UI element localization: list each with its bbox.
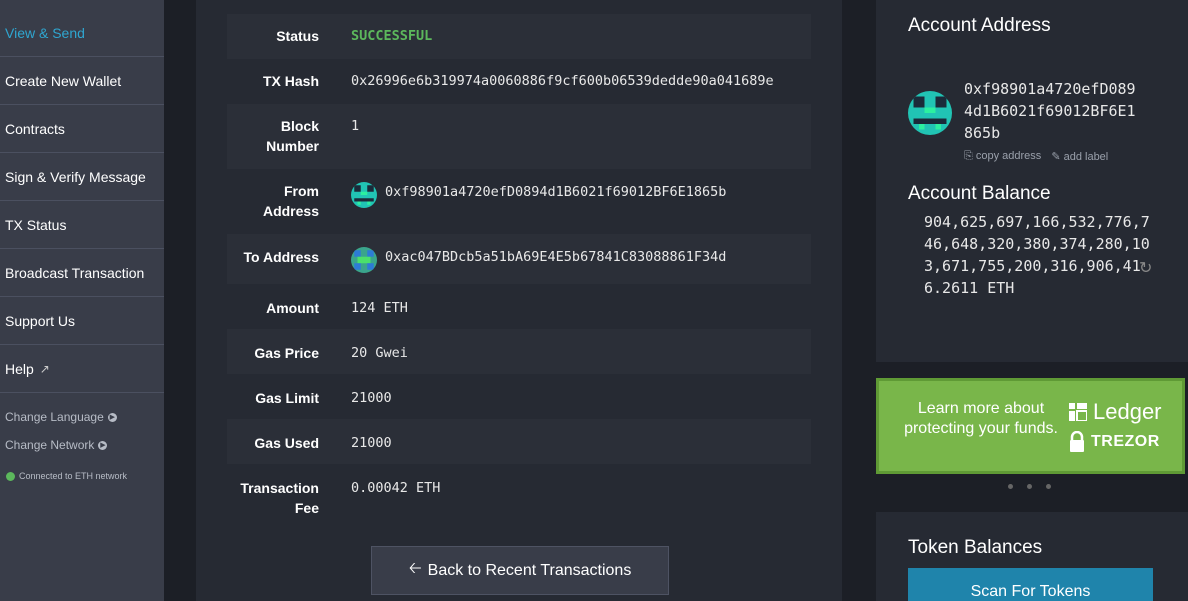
address-actions: ⎘ copy address ✎ add label xyxy=(964,150,1108,163)
account-address-heading: Account Address xyxy=(908,15,1051,36)
gas-limit-label: Gas Limit xyxy=(255,390,319,406)
transaction-fee-value: 0.00042 ETH xyxy=(351,480,441,496)
token-balances-heading: Token Balances xyxy=(908,537,1043,558)
status-label: Status xyxy=(276,28,319,44)
carousel-dots[interactable] xyxy=(1008,484,1051,489)
tx-row-fee: Transaction Fee 0.00042 ETH xyxy=(227,464,811,532)
account-identicon xyxy=(908,91,952,135)
ledger-logo: Ledger xyxy=(1069,399,1162,425)
back-button-label: Back to Recent Transactions xyxy=(427,561,632,579)
hardware-wallet-promo[interactable]: Learn more about protecting your funds. … xyxy=(876,378,1185,474)
gas-used-label: Gas Used xyxy=(254,435,319,451)
sidebar-item-label: View & Send xyxy=(5,24,85,41)
tx-hash-label: TX Hash xyxy=(262,73,319,89)
sidebar-item-label: Help xyxy=(5,360,34,377)
copy-address-label: copy address xyxy=(975,150,1042,162)
gas-used-value: 21000 xyxy=(351,435,392,451)
arrow-left-icon: 🡠 xyxy=(408,560,422,577)
sidebar-item-label: TX Status xyxy=(5,216,67,233)
gas-price-label: Gas Price xyxy=(254,345,319,361)
from-identicon xyxy=(351,182,377,208)
sidebar-item-create-wallet[interactable]: Create New Wallet xyxy=(0,57,164,105)
sidebar-item-label: Sign & Verify Message xyxy=(5,168,146,185)
ledger-label: Ledger xyxy=(1093,399,1162,424)
sidebar-item-tx-status[interactable]: TX Status xyxy=(0,201,164,249)
lock-icon xyxy=(1070,431,1084,452)
network-status-dot xyxy=(6,472,15,481)
copy-icon: ⎘ xyxy=(964,150,973,162)
arrow-right-circle-icon: ▶ xyxy=(98,440,108,450)
transaction-fee-label: Transaction Fee xyxy=(240,480,319,516)
refresh-icon[interactable]: ↻ xyxy=(1139,258,1152,278)
sidebar-item-contracts[interactable]: Contracts xyxy=(0,105,164,153)
ledger-icon xyxy=(1069,403,1087,421)
status-value: SUCCESSFUL xyxy=(351,28,433,44)
scan-for-tokens-button[interactable]: Scan For Tokens xyxy=(908,568,1153,601)
add-label-link[interactable]: ✎ add label xyxy=(1051,150,1108,163)
sidebar-item-label: Support Us xyxy=(5,312,76,329)
tx-row-to: To Address 0xac047BDcb5a51bA69E4E5b67841… xyxy=(227,234,811,284)
tx-row-from: From Address 0xf98901a4720efD0894d1B6021… xyxy=(227,169,811,234)
copy-address-link[interactable]: ⎘ copy address xyxy=(964,150,1041,163)
tx-row-amount: Amount 124 ETH xyxy=(227,284,811,329)
to-address-label: To Address xyxy=(243,249,319,265)
account-panel xyxy=(876,0,1188,362)
tx-row-gas-used: Gas Used 21000 xyxy=(227,419,811,464)
sidebar-item-view-send[interactable]: View & Send xyxy=(0,9,164,57)
account-balance-value: 904,625,697,166,532,776,746,648,320,380,… xyxy=(924,213,1150,297)
sidebar-item-sign-verify[interactable]: Sign & Verify Message xyxy=(0,153,164,201)
trezor-logo: TREZOR xyxy=(1069,431,1160,453)
block-number-label: Block Number xyxy=(266,118,319,154)
account-balance-heading: Account Balance xyxy=(908,183,1051,204)
to-address-value[interactable]: 0xac047BDcb5a51bA69E4E5b67841C83088861F3… xyxy=(385,249,726,265)
sidebar-item-help[interactable]: Help ↗ xyxy=(0,345,164,393)
tx-row-hash: TX Hash 0x26996e6b319974a0060886f9cf600b… xyxy=(227,59,811,104)
network-status-text: Connected to ETH network xyxy=(19,471,128,481)
tx-row-block: Block Number 1 xyxy=(227,104,811,169)
carousel-dot[interactable] xyxy=(1027,484,1032,489)
amount-label: Amount xyxy=(266,300,319,316)
sidebar-item-support[interactable]: Support Us xyxy=(0,297,164,345)
change-language-link[interactable]: Change Language ▶ xyxy=(5,410,117,424)
sidebar: View & Send Create New Wallet Contracts … xyxy=(0,0,164,601)
amount-value: 124 ETH xyxy=(351,300,408,316)
gas-limit-value: 21000 xyxy=(351,390,392,406)
arrow-right-circle-icon: ▶ xyxy=(107,412,117,422)
from-address-value[interactable]: 0xf98901a4720efD0894d1B6021f69012BF6E186… xyxy=(385,184,726,200)
pencil-icon: ✎ xyxy=(1051,151,1061,163)
to-identicon xyxy=(351,247,377,273)
gas-price-value: 20 Gwei xyxy=(351,345,408,361)
add-label-label: add label xyxy=(1063,151,1109,163)
tx-row-status: Status SUCCESSFUL xyxy=(227,14,811,59)
tx-row-gas-limit: Gas Limit 21000 xyxy=(227,374,811,419)
trezor-label: TREZOR xyxy=(1091,433,1160,450)
carousel-dot[interactable] xyxy=(1046,484,1051,489)
carousel-dot[interactable] xyxy=(1008,484,1013,489)
sidebar-item-label: Contracts xyxy=(5,120,65,137)
tx-row-gas-price: Gas Price 20 Gwei xyxy=(227,329,811,374)
sidebar-item-broadcast[interactable]: Broadcast Transaction xyxy=(0,249,164,297)
change-network-label: Change Network xyxy=(5,438,95,452)
from-address-label: From Address xyxy=(262,183,319,219)
back-to-recent-transactions-button[interactable]: 🡠 Back to Recent Transactions xyxy=(371,546,669,595)
tx-hash-value[interactable]: 0x26996e6b319974a0060886f9cf600b06539ded… xyxy=(351,73,811,89)
block-number-value[interactable]: 1 xyxy=(351,118,359,134)
sidebar-item-label: Create New Wallet xyxy=(5,72,122,89)
account-address-value[interactable]: 0xf98901a4720efD0894d1B6021f69012BF6E186… xyxy=(964,78,1144,144)
change-language-label: Change Language xyxy=(5,410,104,424)
sidebar-item-label: Broadcast Transaction xyxy=(5,264,145,281)
external-link-icon: ↗ xyxy=(39,361,50,376)
promo-text: Learn more about protecting your funds. xyxy=(904,400,1058,437)
change-network-link[interactable]: Change Network ▶ xyxy=(5,438,108,452)
